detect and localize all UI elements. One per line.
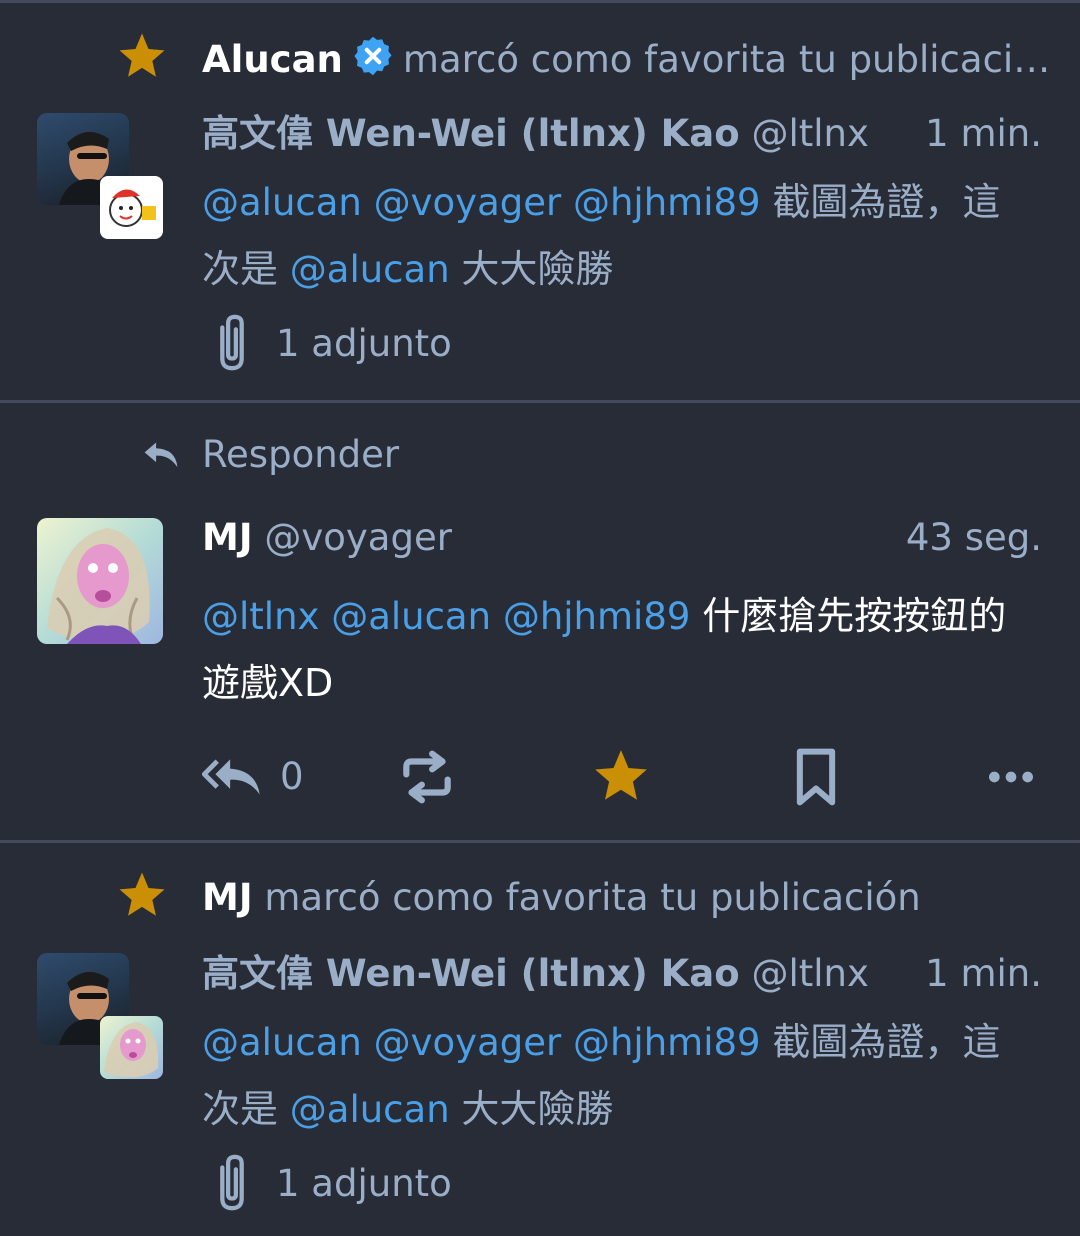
status-text: 什麼搶先按按鈕的: [702, 594, 1007, 638]
ellipsis-icon: [989, 771, 1033, 783]
star-icon: [119, 33, 165, 77]
reply-icon: [144, 442, 178, 468]
status-text: 截圖為證，這: [772, 180, 1001, 224]
mention-link[interactable]: @alucan: [290, 248, 450, 291]
status-text: 截圖為證，這: [772, 1020, 1001, 1064]
notification-header: Alucan marcó como favorita tu publicaci…: [202, 34, 1050, 84]
status-text: 次是: [202, 247, 279, 291]
status-time[interactable]: 1 min.: [925, 110, 1042, 158]
reply-count: 0: [280, 754, 304, 798]
mention-link[interactable]: @alucan: [202, 1021, 362, 1064]
author-display-name: MJ: [202, 516, 253, 559]
status-author[interactable]: 高文偉 Wen-Wei (ltlnx) Kao @ltlnx: [202, 950, 869, 998]
actor-avatar[interactable]: [100, 1016, 163, 1079]
notification-divider: [0, 400, 1080, 403]
mention-link[interactable]: @hjhmi89: [573, 1021, 761, 1064]
status-time[interactable]: 1 min.: [925, 950, 1042, 998]
status-content-line-1: @ltlnx @alucan @hjhmi89 什麼搶先按按鈕的: [202, 592, 1006, 641]
actor-avatar[interactable]: [100, 176, 163, 239]
more-button[interactable]: [986, 762, 1036, 792]
notification-label: Responder: [202, 433, 400, 476]
retweet-icon: [403, 750, 451, 804]
notification-action-text: marcó como favorita tu publicación: [264, 876, 921, 919]
author-handle: @ltlnx: [751, 952, 869, 995]
reply-button[interactable]: 0: [200, 752, 304, 800]
verified-icon: [354, 36, 392, 76]
top-divider: [0, 0, 1080, 3]
mention-link[interactable]: @ltlnx: [202, 595, 319, 638]
status-text: 大大險勝: [461, 1087, 614, 1131]
author-handle: @ltlnx: [751, 112, 869, 155]
paperclip-icon: [220, 1154, 244, 1211]
notification-divider: [0, 840, 1080, 843]
attachment-label: 1 adjunto: [276, 1161, 452, 1205]
mention-link[interactable]: @alucan: [290, 1088, 450, 1131]
boost-button[interactable]: [396, 746, 458, 808]
status-content-line-2: 次是 @alucan 大大險勝: [202, 245, 613, 294]
paperclip-icon: [220, 314, 244, 371]
author-display-name: 高文偉 Wen-Wei (ltlnx) Kao: [202, 952, 740, 995]
notification-header: MJ marcó como favorita tu publicación: [202, 874, 921, 922]
bookmark-button[interactable]: [787, 747, 845, 807]
status-content-line-1: @alucan @voyager @hjhmi89 截圖為證，這: [202, 178, 1000, 227]
actor-name[interactable]: Alucan: [202, 38, 343, 81]
status-author[interactable]: 高文偉 Wen-Wei (ltlnx) Kao @ltlnx: [202, 110, 869, 158]
status-author[interactable]: MJ @voyager: [202, 514, 452, 562]
bookmark-icon: [796, 748, 836, 806]
mention-link[interactable]: @alucan: [202, 181, 362, 224]
actor-name[interactable]: MJ: [202, 876, 253, 919]
attachment-label: 1 adjunto: [276, 321, 452, 365]
mention-link[interactable]: @hjhmi89: [573, 181, 761, 224]
favourite-button[interactable]: [590, 745, 652, 807]
notification-action-text: marcó como favorita tu publicaci…: [402, 38, 1051, 81]
reply-all-icon: [201, 759, 260, 795]
mention-link[interactable]: @voyager: [374, 1021, 562, 1064]
author-handle: @voyager: [264, 516, 452, 559]
author-avatar[interactable]: [37, 518, 163, 644]
attachment-indicator[interactable]: 1 adjunto: [212, 312, 452, 374]
status-text: 大大險勝: [461, 247, 614, 291]
status-time[interactable]: 43 seg.: [906, 514, 1042, 562]
star-icon: [595, 750, 647, 800]
author-display-name: 高文偉 Wen-Wei (ltlnx) Kao: [202, 112, 740, 155]
attachment-indicator[interactable]: 1 adjunto: [212, 1152, 452, 1214]
mention-link[interactable]: @voyager: [374, 181, 562, 224]
status-content-line-1: @alucan @voyager @hjhmi89 截圖為證，這: [202, 1018, 1000, 1067]
status-text: 次是: [202, 1087, 279, 1131]
mention-link[interactable]: @hjhmi89: [503, 595, 691, 638]
star-icon: [119, 872, 165, 916]
status-text: 遊戲XD: [202, 661, 334, 705]
status-content-line-2: 次是 @alucan 大大險勝: [202, 1085, 613, 1134]
mention-link[interactable]: @alucan: [331, 595, 491, 638]
status-content-line-2: 遊戲XD: [202, 659, 333, 708]
